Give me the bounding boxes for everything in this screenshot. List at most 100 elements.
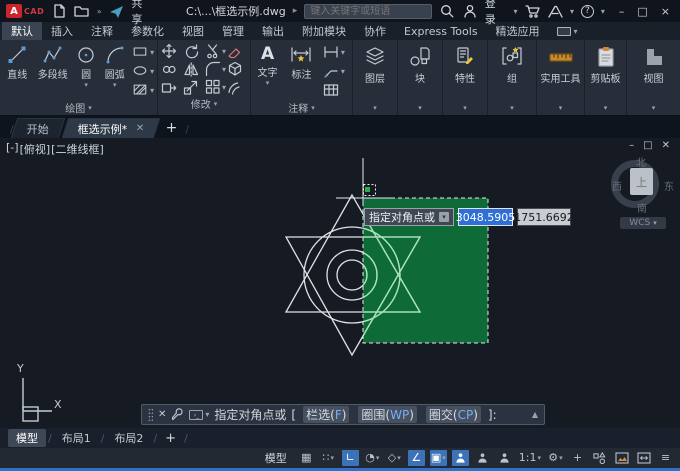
- text-button[interactable]: A 文字 ▾: [253, 43, 282, 100]
- command-line[interactable]: ✕ ›_▾ 指定对角点或 [ 栏选(F) 圈围(WP) 圈交(CP) ]: ▲: [141, 404, 545, 425]
- drawing-close-icon[interactable]: ✕: [662, 140, 670, 151]
- model-space-button[interactable]: 模型: [265, 450, 287, 466]
- object-snap-icon[interactable]: ▣▾: [430, 450, 447, 466]
- offset-button[interactable]: [227, 79, 249, 95]
- snap-mode-icon[interactable]: ∷▾: [320, 450, 337, 466]
- autodesk-dropdown-icon[interactable]: ▾: [570, 7, 574, 16]
- new-layout-button[interactable]: +: [159, 431, 182, 446]
- command-line-close-icon[interactable]: ✕: [158, 409, 166, 420]
- tab-layout1[interactable]: 布局1: [54, 429, 99, 447]
- window-close-icon[interactable]: ×: [661, 5, 670, 18]
- ribbon-tab-精选应用[interactable]: 精选应用: [487, 22, 549, 40]
- annotation-scale-value[interactable]: 1:1▾: [518, 450, 542, 466]
- viewcube-east[interactable]: 东: [664, 178, 674, 193]
- grid-mode-icon[interactable]: ▦: [298, 450, 315, 466]
- file-tab-start[interactable]: 开始: [10, 118, 64, 138]
- panel-groups-label[interactable]: ▾: [488, 100, 536, 115]
- ribbon-tab-协作[interactable]: 协作: [355, 22, 395, 40]
- copy-button[interactable]: [161, 61, 183, 77]
- panel-view-label[interactable]: ▾: [627, 100, 680, 115]
- dynamic-input-x-field[interactable]: 3048.5905: [458, 208, 513, 226]
- isometric-drafting-icon[interactable]: ◇▾: [386, 450, 403, 466]
- window-maximize-icon[interactable]: □: [637, 5, 647, 18]
- search-input[interactable]: [304, 4, 432, 19]
- annotation-visibility-icon[interactable]: [452, 450, 469, 466]
- drawing-area[interactable]: [-] [俯视] [二维线框] – □ ✕ 北 西 东 南 上 WCS▾: [0, 138, 680, 428]
- group-button[interactable]: 组: [500, 43, 524, 100]
- panel-clipboard-label[interactable]: ▾: [585, 100, 626, 115]
- polar-tracking-icon[interactable]: ◔▾: [364, 450, 381, 466]
- ribbon-tab-默认[interactable]: 默认: [2, 22, 42, 40]
- ellipse-button[interactable]: ▾: [132, 63, 155, 79]
- viewcube-top-face[interactable]: 上: [630, 168, 653, 195]
- graphics-performance-icon[interactable]: [613, 450, 630, 466]
- viewcube-south[interactable]: 南: [637, 200, 647, 215]
- mirror-button[interactable]: [183, 61, 205, 77]
- viewport-minimize-control[interactable]: [-]: [6, 141, 19, 157]
- store-button[interactable]: [524, 3, 540, 19]
- circle-button[interactable]: 圆 ▾: [73, 43, 100, 100]
- annotation-monitor-icon[interactable]: +: [569, 450, 586, 466]
- account-dropdown-icon[interactable]: ▾: [513, 7, 517, 16]
- title-menu-arrow-icon[interactable]: ▸: [293, 6, 298, 16]
- rotate-button[interactable]: [183, 43, 205, 59]
- paste-button[interactable]: 剪贴板: [591, 43, 621, 100]
- layers-button[interactable]: 图层: [363, 43, 387, 100]
- line-button[interactable]: 直线: [2, 43, 33, 100]
- new-drawing-tab-button[interactable]: +: [166, 120, 178, 136]
- viewport-visual-style-control[interactable]: [二维线框]: [51, 141, 104, 157]
- panel-draw-label[interactable]: 绘图▾: [0, 100, 157, 115]
- help-dropdown-icon[interactable]: ▾: [601, 7, 605, 16]
- option-wpolygon[interactable]: 圈围(WP): [358, 406, 417, 423]
- panel-block-label[interactable]: ▾: [398, 100, 442, 115]
- hatch-button[interactable]: ▾: [132, 82, 155, 98]
- workspace-switching-icon[interactable]: ⚙▾: [547, 450, 564, 466]
- object-snap-tracking-icon[interactable]: ∠: [408, 450, 425, 466]
- ribbon-display-toggle[interactable]: ▾: [557, 22, 578, 40]
- panel-utilities-label[interactable]: ▾: [537, 100, 584, 115]
- recent-commands-button[interactable]: ›_▾: [189, 410, 209, 420]
- ribbon-tab-管理[interactable]: 管理: [213, 22, 253, 40]
- ribbon-tab-输出[interactable]: 输出: [253, 22, 293, 40]
- command-line-grip[interactable]: [148, 408, 153, 422]
- ribbon-tab-注释[interactable]: 注释: [82, 22, 122, 40]
- ribbon-tab-视图[interactable]: 视图: [173, 22, 213, 40]
- help-icon[interactable]: ?: [581, 5, 594, 18]
- annotation-scale-icon[interactable]: [496, 450, 513, 466]
- leader-button[interactable]: ▾: [323, 63, 350, 79]
- model-space[interactable]: [0, 138, 680, 428]
- ribbon-tab-参数化[interactable]: 参数化: [122, 22, 173, 40]
- option-cpolygon[interactable]: 圈交(CP): [426, 406, 481, 423]
- viewcube-north[interactable]: 北: [636, 154, 646, 169]
- panel-annotate-label[interactable]: 注释▾: [251, 100, 352, 115]
- search-button[interactable]: [439, 3, 455, 19]
- window-minimize-icon[interactable]: –: [619, 5, 625, 18]
- customization-menu-icon[interactable]: ≡: [657, 450, 674, 466]
- account-button[interactable]: [462, 3, 478, 19]
- file-tab-document[interactable]: 框选示例* ✕: [61, 118, 159, 138]
- measure-button[interactable]: 实用工具: [541, 43, 581, 100]
- fillet-button[interactable]: ▾: [205, 61, 227, 77]
- panel-modify-label[interactable]: 修改▾: [158, 96, 250, 111]
- erase-button[interactable]: [227, 43, 249, 59]
- move-button[interactable]: [161, 43, 183, 59]
- dimension-linear-button[interactable]: ▾: [323, 44, 350, 60]
- views-button[interactable]: 视图: [642, 43, 666, 100]
- isolate-objects-icon[interactable]: [591, 450, 608, 466]
- properties-button[interactable]: 特性: [453, 43, 477, 100]
- option-fence[interactable]: 栏选(F): [303, 406, 349, 423]
- dimension-button[interactable]: 标注: [282, 43, 321, 100]
- command-history-toggle-icon[interactable]: ▲: [532, 410, 538, 419]
- ortho-mode-icon[interactable]: ∟: [342, 450, 359, 466]
- drawing-restore-icon[interactable]: □: [643, 140, 652, 151]
- clean-screen-icon[interactable]: [635, 450, 652, 466]
- stretch-button[interactable]: [161, 79, 183, 95]
- drawing-minimize-icon[interactable]: –: [629, 140, 634, 151]
- wcs-button[interactable]: WCS▾: [620, 217, 666, 229]
- table-button[interactable]: [323, 82, 350, 98]
- file-tab-close-icon[interactable]: ✕: [135, 123, 143, 134]
- ribbon-tab-Express Tools[interactable]: Express Tools: [395, 22, 487, 40]
- tab-layout2[interactable]: 布局2: [106, 429, 151, 447]
- scale-button[interactable]: [183, 79, 205, 95]
- trim-button[interactable]: ▾: [205, 43, 227, 59]
